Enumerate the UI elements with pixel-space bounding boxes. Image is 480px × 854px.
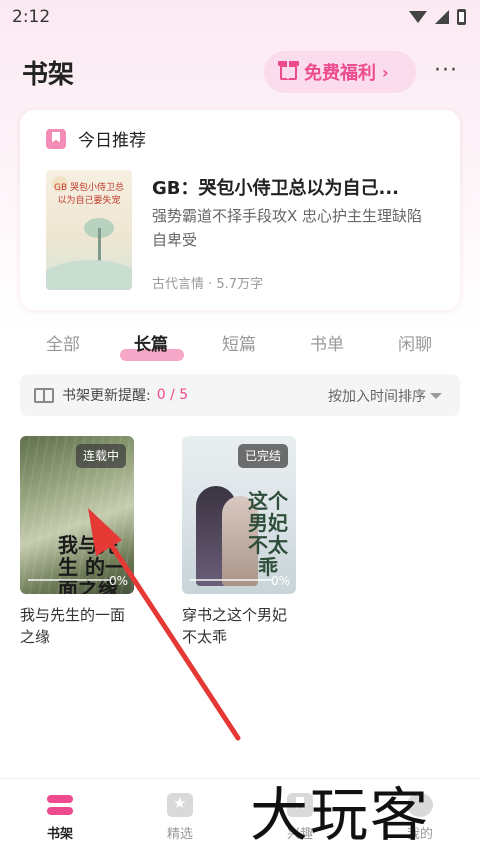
annotation-arrow xyxy=(88,508,241,741)
arrow-head xyxy=(88,508,122,556)
nav-label: 精选 xyxy=(166,827,193,842)
bookshelf-icon xyxy=(47,793,73,817)
watermark-text: 大玩客 xyxy=(250,781,431,849)
nav-featured[interactable]: 精选 xyxy=(140,793,220,842)
star-icon xyxy=(167,793,193,817)
arrow-shaft xyxy=(101,531,241,741)
nav-label: 书架 xyxy=(46,827,73,842)
nav-bookshelf[interactable]: 书架 xyxy=(20,793,100,842)
